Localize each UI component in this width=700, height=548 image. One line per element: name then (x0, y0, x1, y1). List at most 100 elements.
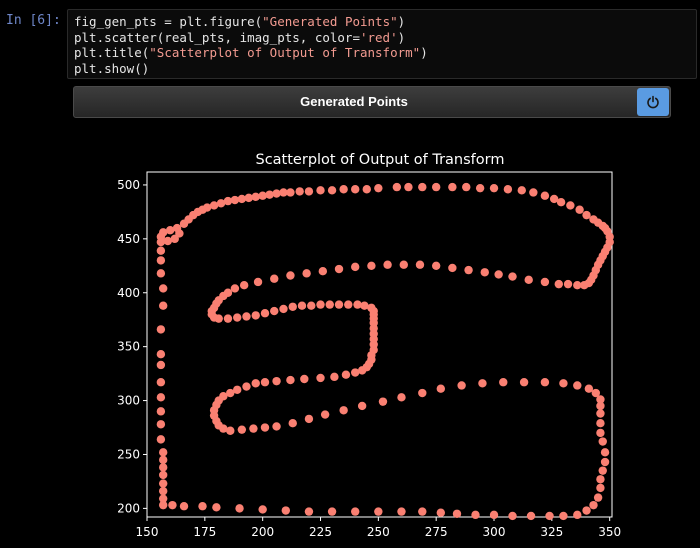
scatter-point (212, 503, 221, 512)
scatter-point (158, 455, 168, 465)
scatter-point (179, 502, 189, 511)
scatter-point (383, 260, 392, 269)
scatter-point (249, 424, 258, 433)
scatter-point (573, 381, 582, 390)
scatter-point (156, 269, 166, 278)
scatter-point (374, 507, 383, 516)
scatter-point (378, 397, 388, 406)
scatter-point (452, 509, 462, 518)
scatter-point (260, 378, 270, 387)
scatter-point (462, 182, 471, 192)
scatter-point (596, 409, 605, 418)
x-tick-label: 350 (598, 525, 621, 539)
scatter-point (316, 186, 325, 195)
x-tick-label: 250 (367, 525, 390, 539)
scatter-point (584, 384, 594, 393)
scatter-point (288, 419, 297, 428)
scatter-point (251, 379, 260, 388)
scatter-point (270, 306, 279, 316)
scatter-point (214, 314, 223, 323)
scatter-point (559, 379, 568, 388)
scatter-point (288, 302, 297, 311)
scatter-point (478, 379, 487, 388)
scatter-point (158, 470, 168, 480)
scatter-point (168, 500, 177, 510)
scatter-point (158, 284, 168, 293)
scatter-point (503, 185, 513, 194)
scatter-point (596, 428, 605, 438)
scatter-point (540, 277, 550, 287)
scatter-point (589, 500, 598, 510)
scatter-point (524, 275, 533, 285)
scatter-point (431, 182, 441, 192)
scatter-point (351, 262, 360, 272)
scatter-point (374, 183, 383, 193)
x-tick-label: 325 (540, 525, 563, 539)
scatter-point (304, 414, 314, 424)
x-tick-label: 200 (251, 525, 274, 539)
scatter-point (286, 375, 295, 385)
y-axis: 200 250 300 350 400 450 500 (117, 178, 147, 515)
scatter-point (251, 311, 260, 320)
scatter-point (307, 301, 316, 310)
scatter-point (596, 475, 605, 484)
scatter-point (158, 479, 168, 488)
scatter-point (399, 260, 408, 269)
scatter-point (156, 350, 166, 359)
scatter-point (158, 448, 168, 457)
scatter-point (297, 301, 307, 310)
y-tick-label: 500 (117, 178, 140, 192)
scatter-point (489, 510, 499, 520)
scatter-point (600, 448, 610, 457)
scatter-point (304, 187, 314, 196)
scatter-point (302, 269, 311, 278)
scatter-point (339, 185, 348, 194)
y-tick-label: 250 (117, 447, 140, 461)
scatter-point (582, 506, 591, 515)
scatter-point (404, 182, 413, 192)
scatter-point (237, 425, 247, 434)
scatter-point (351, 185, 360, 194)
scatter-point (330, 372, 339, 382)
scatter-point (304, 507, 314, 516)
scatter-point (517, 186, 526, 195)
scatter-point (156, 246, 166, 255)
scatter-point (573, 281, 582, 290)
scatter-point (320, 410, 330, 419)
scatter-point (316, 300, 325, 309)
scatter-point (156, 256, 166, 265)
scatter-point (230, 284, 240, 293)
scatter-points (156, 182, 614, 521)
scatter-point (563, 279, 573, 289)
x-tick-label: 150 (136, 525, 159, 539)
scatter-point (258, 505, 267, 514)
scatter-point (357, 401, 367, 411)
scatter-point (325, 300, 334, 309)
scatter-point (223, 314, 233, 323)
scatter-point (260, 423, 270, 432)
scatter-point (344, 300, 353, 309)
scatter-point (436, 384, 446, 393)
scatter-point (327, 186, 337, 195)
scatter-point (489, 183, 499, 193)
scatter-point (242, 312, 251, 321)
scatter-point (596, 401, 605, 411)
scatter-point (156, 360, 166, 370)
scatter-point (270, 274, 279, 283)
scatter-point (239, 281, 249, 290)
scatter-point (226, 426, 235, 435)
scatter-point (573, 510, 582, 520)
scatter-point (418, 182, 427, 192)
scatter-point (253, 277, 263, 287)
scatter-point (494, 270, 503, 279)
scatter-point (540, 378, 550, 387)
scatter-point (233, 313, 242, 322)
scatter-point (471, 510, 480, 520)
scatter-point (286, 271, 295, 280)
x-tick-label: 225 (309, 525, 332, 539)
scatter-point (341, 370, 351, 379)
scatter-point (300, 374, 309, 384)
scatter-point (448, 263, 457, 273)
scatter-point (431, 261, 441, 270)
scatter-point (556, 197, 566, 207)
